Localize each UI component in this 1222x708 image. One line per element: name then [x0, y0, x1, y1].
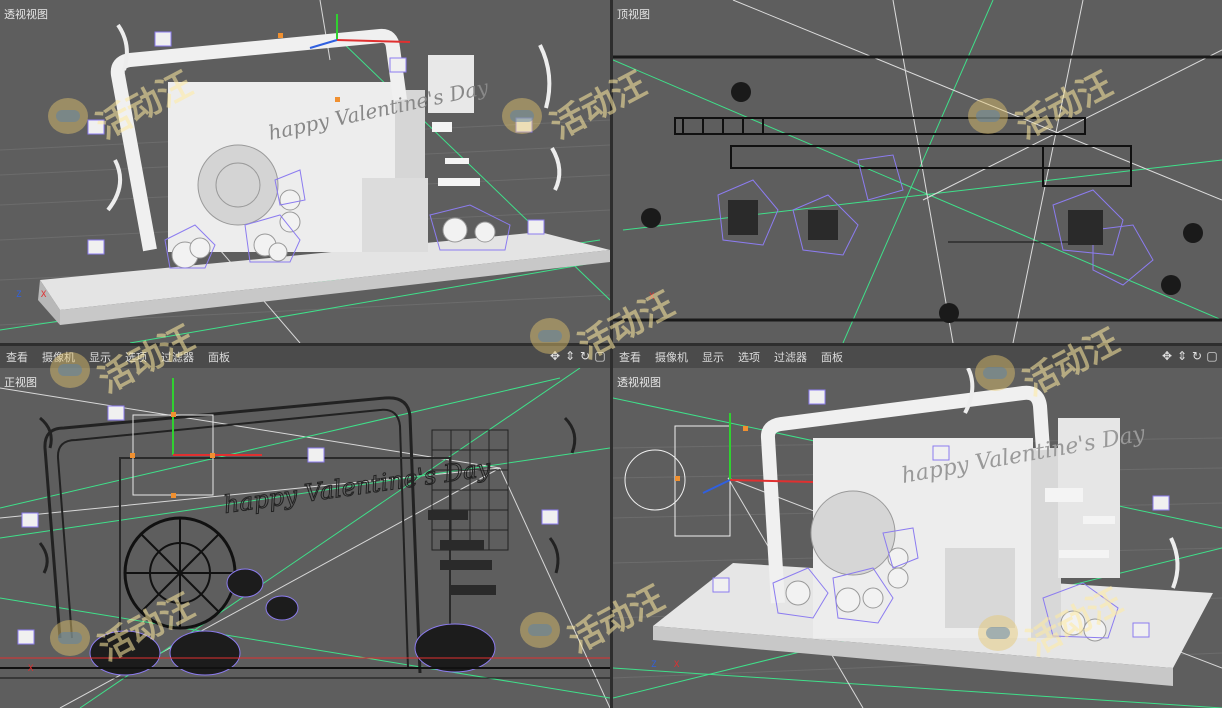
viewport-label: 顶视图 [617, 8, 650, 21]
viewport-perspective-bottom-right[interactable]: 透视视图 happy Valentine's Day Z X [613, 368, 1222, 708]
rotate-icon[interactable]: ↻ [1191, 349, 1203, 363]
move-icon[interactable]: ✥ [1161, 349, 1173, 363]
viewport-nav-icons: ✥ ⇕ ↻ ▢ [549, 349, 606, 363]
menu-display[interactable]: 显示 [89, 349, 111, 365]
menu-panel[interactable]: 面板 [208, 349, 230, 365]
axis-indicator: X [649, 292, 655, 302]
move-icon[interactable]: ✥ [549, 349, 561, 363]
viewport-label: 透视视图 [617, 376, 661, 389]
maximize-icon[interactable]: ▢ [594, 349, 606, 363]
axis-indicator: Z X [651, 660, 680, 670]
viewport-nav-icons: ✥ ⇕ ↻ ▢ [1161, 349, 1218, 363]
perspective-scene-bottom-right: happy Valentine's Day [613, 368, 1222, 708]
maximize-icon[interactable]: ▢ [1206, 349, 1218, 363]
rotate-icon[interactable]: ↻ [579, 349, 591, 363]
viewport-label: 透视视图 [4, 8, 48, 21]
menu-display[interactable]: 显示 [702, 349, 724, 365]
menu-options[interactable]: 选项 [125, 349, 147, 365]
menu-camera[interactable]: 摄像机 [655, 349, 688, 365]
scale-icon[interactable]: ⇕ [1176, 349, 1188, 363]
front-scene: happy Valentine's Day [0, 368, 610, 708]
viewport-front[interactable]: 正视图 happy Valentine's Day X [0, 368, 610, 708]
top-scene [613, 0, 1222, 343]
menu-view[interactable]: 查看 [6, 349, 28, 365]
scale-icon[interactable]: ⇕ [564, 349, 576, 363]
viewport-divider-horizontal[interactable] [0, 343, 1222, 346]
menu-view[interactable]: 查看 [619, 349, 641, 365]
menubar-right: 查看 摄像机 显示 选项 过滤器 面板 ✥ ⇕ ↻ ▢ [613, 346, 1222, 368]
viewport-perspective-top-left[interactable]: 透视视图 happy Valentine's Day Z X [0, 0, 610, 343]
viewport-top[interactable]: 顶视图 X [613, 0, 1222, 343]
menubar-left: 查看 摄像机 显示 选项 过滤器 面板 ✥ ⇕ ↻ ▢ [0, 346, 610, 368]
scene-lettering: happy Valentine's Day [222, 454, 493, 519]
axis-indicator: X [28, 664, 34, 674]
viewport-divider-vertical[interactable] [610, 0, 613, 708]
menu-options[interactable]: 选项 [738, 349, 760, 365]
menu-camera[interactable]: 摄像机 [42, 349, 75, 365]
menu-filter[interactable]: 过滤器 [774, 349, 807, 365]
menu-panel[interactable]: 面板 [821, 349, 843, 365]
axis-indicator: Z X [16, 290, 47, 300]
menu-filter[interactable]: 过滤器 [161, 349, 194, 365]
viewport-label: 正视图 [4, 376, 37, 389]
perspective-scene-top-left: happy Valentine's Day [0, 0, 610, 343]
